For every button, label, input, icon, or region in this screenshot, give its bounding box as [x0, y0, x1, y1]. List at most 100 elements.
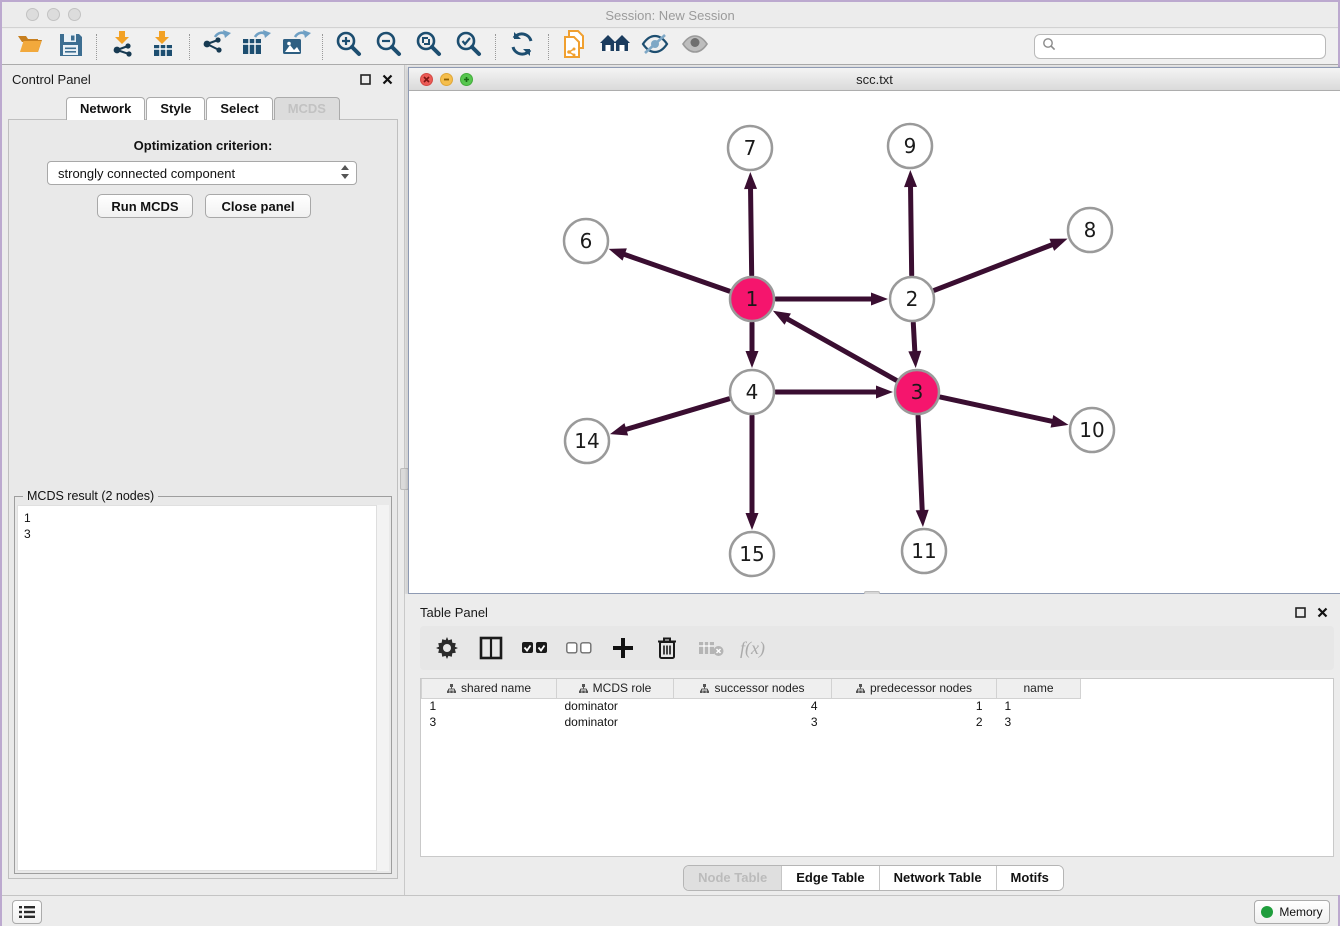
select-all-columns-button[interactable] [520, 633, 550, 663]
zoom-in-button[interactable] [329, 31, 369, 63]
close-table-panel-button[interactable] [1314, 604, 1330, 620]
zoom-fit-icon [415, 30, 443, 63]
tab-network[interactable]: Network [66, 97, 145, 120]
apply-layout-button[interactable] [595, 31, 635, 63]
refresh-view-button[interactable] [502, 31, 542, 63]
eye-icon [680, 32, 710, 61]
arrowhead-2-9 [904, 170, 917, 187]
import-table-button[interactable] [143, 31, 183, 63]
add-column-button[interactable] [608, 633, 638, 663]
edge-2-8 [934, 244, 1054, 291]
node-label-11: 11 [911, 539, 936, 563]
float-table-panel-button[interactable] [1292, 604, 1308, 620]
tab-mcds[interactable]: MCDS [274, 97, 340, 120]
toolbar-separator [96, 34, 97, 60]
search-input[interactable] [1061, 40, 1318, 54]
export-table-button[interactable] [236, 31, 276, 63]
node-label-14: 14 [574, 429, 599, 453]
arrowhead-3-11 [916, 510, 929, 527]
minimize-view-button[interactable] [440, 73, 453, 86]
node-label-10: 10 [1079, 418, 1104, 442]
edge-4-14 [623, 399, 729, 430]
close-panel-button[interactable]: Close panel [205, 194, 311, 218]
dropdown-stepper-icon [340, 164, 350, 183]
column-view-button[interactable] [476, 633, 506, 663]
column-type-icon [579, 684, 588, 693]
control-panel-tabs: Network Style Select MCDS [2, 97, 405, 120]
column-header-mcds-role[interactable]: MCDS role [557, 679, 674, 698]
save-session-button[interactable] [50, 31, 90, 63]
edge-3-1 [785, 318, 896, 381]
show-all-button[interactable] [675, 31, 715, 63]
zoom-in-icon [335, 30, 363, 63]
edge-2-9 [910, 184, 911, 275]
eye-slash-icon [640, 32, 670, 61]
edge-3-10 [940, 397, 1054, 422]
arrowhead-2-3 [908, 351, 921, 368]
tab-select[interactable]: Select [206, 97, 272, 120]
mcds-result-list[interactable]: 1 3 [17, 505, 389, 871]
arrowhead-3-1 [773, 311, 791, 325]
arrowhead-4-14 [610, 423, 628, 435]
search-icon [1042, 37, 1056, 56]
table-toolbar: f(x) [420, 626, 1334, 670]
export-image-button[interactable] [276, 31, 316, 63]
zoom-selected-button[interactable] [449, 31, 489, 63]
column-type-icon [856, 684, 865, 693]
arrowhead-1-7 [744, 172, 757, 189]
search-field[interactable] [1034, 34, 1326, 59]
network-view-window[interactable]: scc.txt 7968124314101511 [408, 67, 1340, 594]
column-header-successor-nodes[interactable]: successor nodes [674, 679, 832, 698]
delete-table-button[interactable] [696, 633, 726, 663]
copy-network-button[interactable] [555, 31, 595, 63]
table-row[interactable]: 1dominator 41 1 [422, 698, 1081, 714]
task-history-button[interactable] [12, 900, 42, 924]
edge-2-3 [913, 323, 915, 354]
tab-style[interactable]: Style [146, 97, 205, 120]
function-builder-button[interactable]: f(x) [740, 638, 765, 659]
table-settings-button[interactable] [432, 633, 462, 663]
table-row[interactable]: 3dominator 32 3 [422, 714, 1081, 730]
hide-selected-button[interactable] [635, 31, 675, 63]
deselect-all-columns-button[interactable] [564, 633, 594, 663]
column-header-shared-name[interactable]: shared name [422, 679, 557, 698]
memory-status-icon [1261, 906, 1273, 918]
close-view-button[interactable] [420, 73, 433, 86]
open-session-button[interactable] [10, 31, 50, 63]
import-network-button[interactable] [103, 31, 143, 63]
column-header-predecessor-nodes[interactable]: predecessor nodes [832, 679, 997, 698]
network-window-titlebar[interactable]: scc.txt [409, 68, 1340, 91]
arrowhead-2-8 [1049, 239, 1067, 251]
result-scrollbar[interactable] [376, 505, 389, 871]
optimization-criterion-label: Optimization criterion: [9, 138, 397, 153]
memory-button[interactable]: Memory [1254, 900, 1330, 924]
zoom-out-button[interactable] [369, 31, 409, 63]
tab-network-table[interactable]: Network Table [879, 866, 996, 890]
tab-node-table[interactable]: Node Table [684, 866, 781, 890]
criterion-dropdown[interactable]: strongly connected component [47, 161, 357, 185]
zoom-fit-button[interactable] [409, 31, 449, 63]
network-graph-canvas[interactable]: 7968124314101511 [409, 91, 1340, 593]
node-label-15: 15 [739, 542, 764, 566]
arrowhead-4-15 [746, 513, 759, 530]
app-title: Session: New Session [2, 8, 1338, 23]
memory-label: Memory [1279, 905, 1322, 919]
table-panel: Table Panel f(x) [405, 594, 1340, 895]
tab-edge-table[interactable]: Edge Table [781, 866, 878, 890]
tab-motifs[interactable]: Motifs [996, 866, 1063, 890]
node-label-9: 9 [904, 134, 917, 158]
control-panel: Control Panel Network Style Select MCDS … [2, 65, 405, 895]
toolbar-separator [322, 34, 323, 60]
node-label-1: 1 [746, 287, 759, 311]
delete-column-button[interactable] [652, 633, 682, 663]
float-panel-button[interactable] [357, 71, 373, 87]
close-panel-icon-button[interactable] [379, 71, 395, 87]
run-mcds-button[interactable]: Run MCDS [97, 194, 193, 218]
node-table[interactable]: shared name MCDS role successor nodes pr… [420, 678, 1334, 857]
mcds-panel: Optimization criterion: strongly connect… [8, 119, 398, 879]
column-header-name[interactable]: name [997, 679, 1081, 698]
export-network-button[interactable] [196, 31, 236, 63]
zoom-view-button[interactable] [460, 73, 473, 86]
open-folder-icon [16, 31, 44, 62]
table-panel-title: Table Panel [420, 605, 488, 620]
